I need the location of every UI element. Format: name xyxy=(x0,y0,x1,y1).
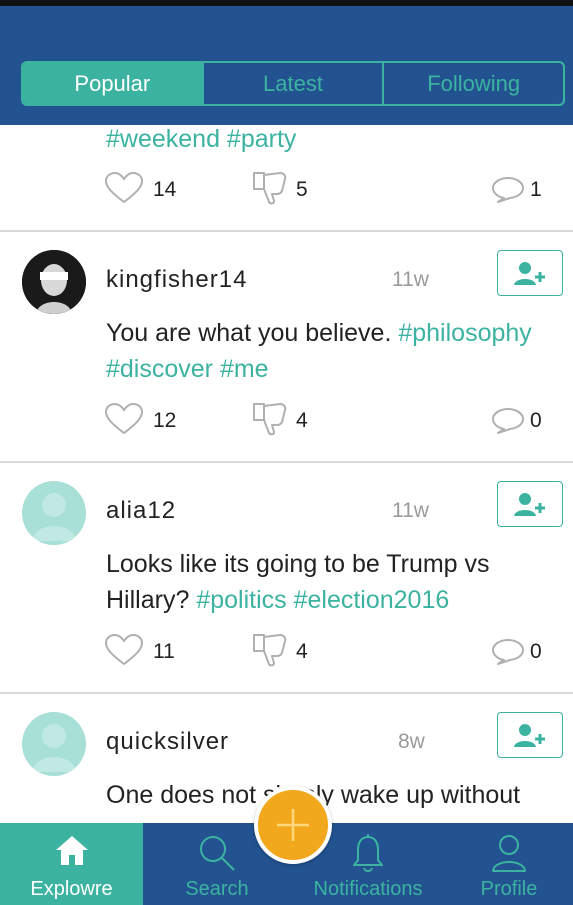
like-count: 14 xyxy=(153,178,177,201)
like-count: 12 xyxy=(153,409,177,432)
comment-icon[interactable] xyxy=(490,406,526,434)
add-user-icon xyxy=(514,493,545,516)
nav-label: Profile xyxy=(480,878,538,900)
tab-latest[interactable]: Latest xyxy=(201,63,383,104)
follow-button[interactable] xyxy=(497,250,563,296)
compose-button[interactable] xyxy=(254,786,332,864)
nav-profile[interactable]: Profile xyxy=(445,823,573,905)
comment-icon[interactable] xyxy=(490,637,526,665)
comment-count: 0 xyxy=(530,409,542,432)
hashtag[interactable]: #politics #election2016 xyxy=(196,586,449,614)
feed-tabs: Popular Latest Following xyxy=(21,61,565,106)
add-user-icon xyxy=(514,262,545,285)
dislike-count: 4 xyxy=(296,409,308,432)
post-card: kingfisher14 11w You are what you believ… xyxy=(0,232,573,461)
post-text: Looks like its going to be Trump vs Hill… xyxy=(106,546,566,618)
feed-list[interactable]: #weekend #party 14 5 1 kingfisher14 11w … xyxy=(0,125,573,823)
add-user-icon xyxy=(514,724,545,747)
default-avatar-icon xyxy=(32,724,76,772)
home-icon xyxy=(55,836,88,865)
plus-icon xyxy=(277,809,309,841)
dislike-count: 4 xyxy=(296,640,308,663)
follow-button[interactable] xyxy=(497,712,563,758)
tab-popular[interactable]: Popular xyxy=(23,63,202,104)
avatar[interactable] xyxy=(22,481,86,545)
heart-icon[interactable] xyxy=(104,171,144,205)
post-time: 11w xyxy=(392,499,429,522)
avatar[interactable] xyxy=(22,712,86,776)
default-avatar-icon xyxy=(32,493,76,541)
tab-following[interactable]: Following xyxy=(382,63,563,104)
thumbs-down-icon[interactable] xyxy=(250,631,290,667)
user-photo xyxy=(22,250,86,314)
post-text: One does not simply wake up without xyxy=(106,777,566,813)
nav-label: Notifications xyxy=(313,878,423,900)
nav-label: Search xyxy=(185,878,249,900)
username[interactable]: quicksilver xyxy=(106,728,229,756)
post-card: #weekend #party 14 5 1 xyxy=(0,125,573,231)
post-time: 11w xyxy=(392,268,429,291)
heart-icon[interactable] xyxy=(104,402,144,436)
comment-count: 1 xyxy=(530,178,542,201)
post-card: alia12 11w Looks like its going to be Tr… xyxy=(0,463,573,692)
bell-icon xyxy=(353,834,383,872)
comment-count: 0 xyxy=(530,640,542,663)
heart-icon[interactable] xyxy=(104,633,144,667)
thumbs-down-icon[interactable] xyxy=(250,169,290,205)
follow-button[interactable] xyxy=(497,481,563,527)
username[interactable]: kingfisher14 xyxy=(106,266,247,294)
username[interactable]: alia12 xyxy=(106,497,176,525)
like-count: 11 xyxy=(153,640,175,663)
comment-icon[interactable] xyxy=(490,175,526,203)
thumbs-down-icon[interactable] xyxy=(250,400,290,436)
post-text: You are what you believe. #philosophy #d… xyxy=(106,315,566,387)
hashtag[interactable]: #weekend #party xyxy=(106,125,296,153)
nav-label: Explowre xyxy=(30,878,113,900)
person-icon xyxy=(492,835,526,872)
dislike-count: 5 xyxy=(296,178,308,201)
post-time: 8w xyxy=(398,730,425,753)
post-tags: #weekend #party xyxy=(106,125,566,157)
nav-explore[interactable]: Explowre xyxy=(0,823,143,905)
avatar[interactable] xyxy=(22,250,86,314)
search-icon xyxy=(200,836,235,871)
post-body: You are what you believe. xyxy=(106,319,392,347)
